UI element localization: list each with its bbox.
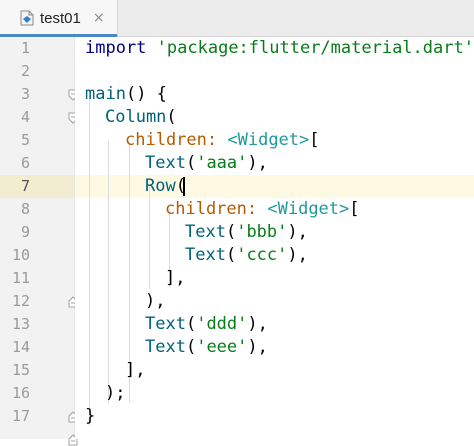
code-line-11: ], [165,267,185,290]
code-line-17: } [85,405,95,428]
tab-title: test01 [40,10,81,27]
type-token: <Widget> [267,199,349,219]
punctuation-token: [ [349,199,359,219]
code-line-4: Column( [105,106,177,129]
close-icon[interactable]: × [93,10,105,26]
keyword-token: import [85,38,146,58]
line-number: 11 [0,267,30,290]
line-number: 6 [0,152,30,175]
punctuation-token: ), [247,337,267,357]
line-number: 9 [0,221,30,244]
punctuation-token: ), [247,314,267,334]
punctuation-token: } [85,406,95,426]
punctuation-token: () { [126,84,167,104]
string-token: 'eee' [196,337,247,357]
code-line-7: Row( [145,175,186,198]
punctuation-token: ( [166,107,176,127]
code-line-8: children: <Widget>[ [165,198,360,221]
punctuation-token: ], [165,268,185,288]
code-line-15: ], [125,359,145,382]
punctuation-token: : [207,130,227,150]
function-token: Text [145,153,186,173]
code-line-5: children: <Widget>[ [125,129,320,152]
line-number: 4 [0,106,30,129]
line-number: 15 [0,359,30,382]
code-line-14: Text('eee'), [145,336,268,359]
punctuation-token: ); [105,383,125,403]
punctuation-token: ], [125,360,145,380]
line-number: 5 [0,129,30,152]
indent-guide [149,187,150,289]
code-line-16: ); [105,382,125,405]
line-number: 13 [0,313,30,336]
current-line-highlight [75,175,474,198]
indent-guide [89,95,90,425]
punctuation-token: : [247,199,267,219]
function-token: Text [145,314,186,334]
line-number: 14 [0,336,30,359]
string-token: 'aaa' [196,153,247,173]
string-token: 'ccc' [236,245,287,265]
punctuation-token: ), [287,222,307,242]
function-token: Text [185,245,226,265]
line-number: 10 [0,244,30,267]
code-line-1: import 'package:flutter/material.dart'; [85,37,474,60]
code-line-3: main() { [85,83,167,106]
punctuation-token: ), [287,245,307,265]
string-token: 'bbb' [236,222,287,242]
function-token: Text [145,337,186,357]
line-number: 7 [0,175,30,198]
line-number: 3 [0,83,30,106]
function-token: Column [105,107,166,127]
function-token: Row [145,176,176,196]
code-line-9: Text('bbb'), [185,221,308,244]
punctuation-token: ( [226,222,236,242]
code-line-13: Text('ddd'), [145,313,268,336]
line-number: 17 [0,405,30,428]
function-token: main [85,84,126,104]
line-number-gutter: 1 2 3 4 5 6 7 8 9 10 11 12 13 14 15 16 1… [0,37,75,439]
punctuation-token: ( [226,245,236,265]
dart-file-icon [20,10,34,26]
text-caret [183,177,185,196]
type-token: <Widget> [227,130,309,150]
code-line-6: Text('aaa'), [145,152,268,175]
function-token: Text [185,222,226,242]
string-token: 'ddd' [196,314,247,334]
named-param-token: children [165,199,247,219]
line-number: 2 [0,60,30,83]
named-param-token: children [125,130,207,150]
tab-bar: test01 × [0,0,474,37]
punctuation-token: ( [186,314,196,334]
punctuation-token: ( [186,153,196,173]
line-number: 8 [0,198,30,221]
string-token: 'package:flutter/material.dart' [157,38,474,58]
punctuation-token: ), [247,153,267,173]
punctuation-token: ), [145,291,165,311]
punctuation-token: [ [309,130,319,150]
code-line-12: ), [145,290,165,313]
line-number: 1 [0,37,30,60]
tab-test01[interactable]: test01 × [0,0,118,36]
indent-guide [108,141,109,403]
line-number: 16 [0,382,30,405]
code-line-10: Text('ccc'), [185,244,308,267]
punctuation-token: ( [186,337,196,357]
code-editor[interactable]: import 'package:flutter/material.dart'; … [75,37,474,439]
line-number: 12 [0,290,30,313]
editor-window: test01 × 1 2 3 4 5 6 7 8 9 10 11 12 13 1… [0,0,474,439]
